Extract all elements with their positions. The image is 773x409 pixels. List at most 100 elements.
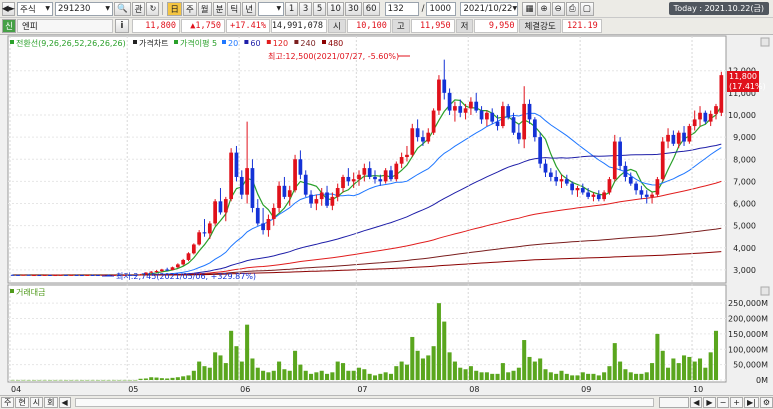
volume-bar [692,361,697,380]
volume-bar [554,373,559,380]
volume-bar [596,375,601,380]
volume-bar [490,373,495,380]
zoom-out-icon[interactable]: ⊖ [551,1,565,16]
interval-button[interactable]: 5 [313,1,327,16]
volume-bar [340,363,346,380]
interval-button[interactable]: 10 [327,1,344,16]
candle-body [394,163,399,180]
period-button[interactable]: 년 [242,1,257,16]
period-button[interactable]: 월 [197,1,212,16]
price-change: ▲1,750 [181,19,225,33]
volume-bar [250,358,255,380]
interval-button[interactable]: 3 [299,1,313,16]
zoom-in-button[interactable]: ▶ [703,397,716,408]
grid-view-icon[interactable]: ▦ [522,1,537,16]
candle-body [90,274,95,276]
candle-body [708,113,713,122]
print-icon[interactable]: ⎙ [565,1,579,16]
date-picker[interactable]: 2021/10/22 ▼ [460,1,519,16]
expand-button[interactable]: + [730,397,743,408]
panel-menu-icon[interactable] [760,286,770,296]
count-spinner[interactable]: 132 [384,1,419,16]
legend-swatch [222,40,226,44]
period-button[interactable]: 분 [212,1,227,16]
candle-body [554,176,559,182]
volume-bar [639,373,644,380]
bottom-tab[interactable]: 주 [1,397,15,408]
chart-canvas[interactable]: 12,00011,00010,0009,0008,0007,0006,0005,… [0,35,773,395]
bottom-tab[interactable]: 현 [15,397,29,408]
candle-body [298,159,303,175]
volume-bar [186,375,191,380]
market-type-select[interactable]: 주식 ▼ [17,1,53,16]
candle-body [367,168,372,177]
candle-body [218,201,223,213]
scroll-thumb-button[interactable] [659,397,690,408]
stock-flag-icon[interactable]: 신 [2,19,16,33]
stock-chart[interactable]: 12,00011,00010,0009,0008,0007,0006,0005,… [0,35,773,395]
bottom-tab[interactable]: 회 [44,397,58,408]
chart-settings-icon[interactable]: ⚙ [759,397,773,408]
candle-body [213,201,218,224]
total-count-input[interactable]: 1000 [426,1,457,16]
volume-bar [356,367,362,380]
volume-bar [10,379,15,381]
panel-menu-icon[interactable] [760,37,770,47]
volume-bar [474,370,479,380]
interval-button[interactable]: 30 [344,1,362,16]
chart-scrollbar[interactable] [74,398,655,407]
volume-bar [154,377,159,380]
open-value: 10,100 [346,19,391,33]
info-button[interactable]: i [115,19,129,33]
search-icon[interactable]: 🔍 [114,1,131,16]
volume-bar [591,373,596,380]
last-pct-text: (17.41%) [729,82,766,91]
shrink-button[interactable]: − [716,397,730,408]
volume-bar [548,372,553,380]
candle-body [596,194,601,200]
candle-body [447,92,452,111]
low-annotation: 최저:2,745(2021/05/06, +329.87%) [116,271,256,281]
volume-bar [127,379,132,381]
window-icon[interactable]: ▢ [579,1,594,16]
volume-bar [713,330,719,380]
candle-body [282,185,287,197]
interval-select[interactable]: ▼ [258,1,285,16]
day-button[interactable]: 日 [167,1,182,16]
volume-bar [239,361,244,380]
candle-body [10,274,15,276]
zoom-out-button[interactable]: ◀ [690,397,703,408]
legend-swatch [10,289,14,293]
candle-body [527,103,532,120]
period-button[interactable]: 틱 [227,1,242,16]
bottom-tab[interactable]: 시 [29,397,44,408]
volume-bar [420,358,425,380]
scroll-end-button[interactable]: ▶| [743,397,759,408]
stock-code-input[interactable]: 291230 ▼ [55,1,113,16]
volume-bar [277,361,282,380]
volume-bar [671,358,676,380]
scroll-left-button[interactable]: ◀ [58,397,71,408]
prev-stock-button[interactable]: ◀► [2,1,15,16]
volume-bar [415,350,420,380]
zoom-in-icon[interactable]: ⊕ [537,1,551,16]
candle-body [522,103,527,140]
bottom-tabs: 주현시회 [0,397,58,408]
refresh-icon[interactable]: ↻ [146,1,160,16]
interval-button[interactable]: 60 [362,1,380,16]
interval-button[interactable]: 1 [285,1,299,16]
period-button[interactable]: 주 [182,1,197,16]
volume-bar [426,355,431,380]
volume-bar [682,355,687,380]
volume-bar [399,361,404,380]
volume-bar [319,370,324,380]
candle-body [21,274,26,276]
volume-bar [266,372,271,380]
candle-body [250,168,255,208]
candle-body [564,179,569,184]
candle-body [277,185,281,208]
candle-body [655,179,660,195]
pan-button[interactable]: 관 [131,1,146,16]
volume-bar [314,372,319,380]
volume-bar [31,379,37,381]
